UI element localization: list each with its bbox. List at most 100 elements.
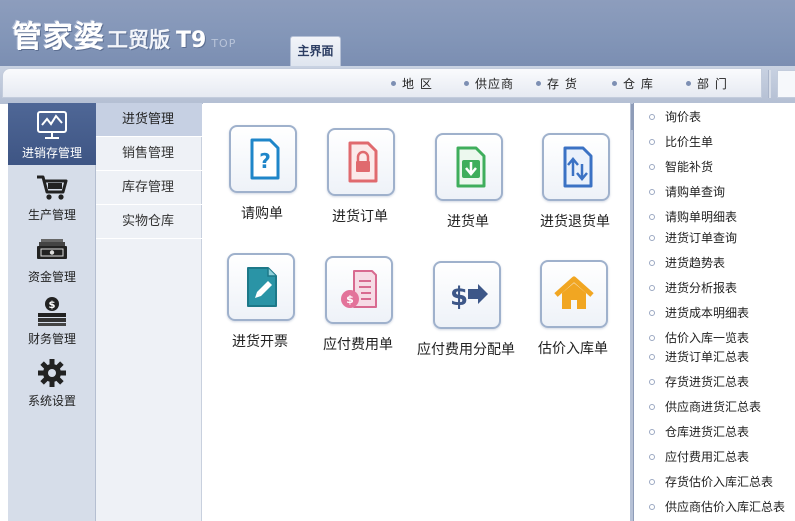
submenu-item-stock[interactable]: 库存管理 (96, 171, 202, 205)
dollar-arrow-icon: $ (450, 282, 488, 312)
report-label: 存货进货汇总表 (665, 375, 750, 389)
tile-icon-box (435, 133, 503, 201)
report-label: 进货分析报表 (665, 281, 738, 295)
report-item-supplier-estimate-summary[interactable]: 供应商估价入库汇总表 (634, 497, 795, 517)
bullet-icon (649, 454, 655, 460)
bullet-icon (649, 235, 655, 241)
pencil-document-icon (247, 267, 277, 307)
cart-icon (37, 175, 68, 200)
module-purchase-sales-inventory[interactable]: 进销存管理 (8, 103, 96, 165)
report-item-inquiry[interactable]: 询价表 (634, 107, 795, 127)
nav-item-region[interactable]: 地 区 (391, 76, 433, 92)
module-sidebar: 进销存管理 生产管理 资金管理 $ 财务管理 系统设置 (8, 103, 96, 521)
nav-item-label: 部 门 (697, 77, 728, 91)
report-label: 仓库进货汇总表 (665, 425, 750, 439)
tile-icon-box: ? (229, 125, 297, 193)
tile-icon-box: $ (325, 256, 393, 324)
tab-main[interactable]: 主界面 (290, 36, 341, 66)
module-funds[interactable]: 资金管理 (8, 227, 96, 289)
submenu-item-sales[interactable]: 销售管理 (96, 137, 202, 171)
report-item-order-summary[interactable]: 进货订单汇总表 (634, 347, 795, 367)
submenu: 进货管理 销售管理 库存管理 实物仓库 (96, 103, 202, 521)
coins-icon: $ (38, 297, 66, 326)
tile-purchase-receipt[interactable]: 进货单 (413, 133, 523, 243)
tile-payable-expense[interactable]: $ 应付费用单 (303, 256, 413, 366)
report-item-purchase-analysis[interactable]: 进货分析报表 (634, 278, 795, 298)
nav-item-warehouse[interactable]: 仓 库 (612, 76, 654, 92)
function-panel: ? 请购单 进货订单 进货单 进货退货单 进货开票 $ 应付费用单 $ 应付费用… (203, 103, 630, 521)
report-item-stock-purchase-summary[interactable]: 存货进货汇总表 (634, 372, 795, 392)
bullet-icon (649, 429, 655, 435)
report-label: 询价表 (665, 110, 702, 124)
tile-purchase-request[interactable]: ? 请购单 (207, 125, 317, 235)
report-item-purchase-trend[interactable]: 进货趋势表 (634, 253, 795, 273)
svg-text:$: $ (450, 282, 468, 312)
report-item-supplier-purchase-summary[interactable]: 供应商进货汇总表 (634, 397, 795, 417)
bullet-icon (649, 404, 655, 410)
report-item-cost-detail[interactable]: 进货成本明细表 (634, 303, 795, 323)
report-label: 进货趋势表 (665, 256, 726, 270)
svg-text:$: $ (346, 293, 354, 306)
brand-version: T9 (176, 28, 207, 53)
report-label: 请购单查询 (665, 185, 726, 199)
bullet-icon (649, 310, 655, 316)
report-label: 供应商进货汇总表 (665, 400, 762, 414)
tile-label: 请购单 (241, 206, 283, 222)
dot-bullet-icon (536, 81, 541, 86)
tile-label: 应付费用分配单 (417, 342, 515, 358)
question-document-icon: ? (250, 138, 280, 180)
app-header: 管家婆工贸版 T9 TOP 主界面 (0, 0, 795, 66)
dot-bullet-icon (612, 81, 617, 86)
download-document-icon (456, 146, 486, 188)
nav-item-supplier[interactable]: 供应商 (464, 76, 514, 92)
nav-item-department[interactable]: 部 门 (686, 76, 728, 92)
tile-purchase-return[interactable]: 进货退货单 (520, 133, 630, 243)
nav-item-inventory[interactable]: 存 货 (536, 76, 578, 92)
tile-icon-box (542, 133, 610, 201)
report-label: 进货成本明细表 (665, 306, 750, 320)
report-item-price-compare[interactable]: 比价生单 (634, 132, 795, 152)
tile-icon-box (227, 253, 295, 321)
basic-info-bar: 地 区 供应商 存 货 仓 库 部 门 (0, 66, 795, 104)
dot-bullet-icon (391, 81, 396, 86)
report-item-estimate-overview[interactable]: 估价入库一览表 (634, 328, 795, 348)
report-item-request-query[interactable]: 请购单查询 (634, 182, 795, 202)
brand-name: 管家婆 (12, 20, 105, 55)
tile-label: 估价入库单 (538, 341, 608, 357)
nav-item-label: 仓 库 (623, 77, 654, 91)
module-label: 系统设置 (27, 394, 76, 408)
module-label: 生产管理 (27, 208, 76, 222)
report-label: 供应商估价入库汇总表 (665, 500, 786, 514)
submenu-item-physical-warehouse[interactable]: 实物仓库 (96, 205, 202, 239)
bullet-icon (649, 504, 655, 510)
tile-purchase-order[interactable]: 进货订单 (305, 128, 415, 238)
module-production[interactable]: 生产管理 (8, 165, 96, 227)
submenu-item-purchase[interactable]: 进货管理 (96, 103, 202, 137)
report-item-request-detail[interactable]: 请购单明细表 (634, 207, 795, 227)
svg-text:$: $ (49, 300, 56, 311)
report-item-smart-replenish[interactable]: 智能补货 (634, 157, 795, 177)
bullet-icon (649, 479, 655, 485)
report-item-warehouse-purchase-summary[interactable]: 仓库进货汇总表 (634, 422, 795, 442)
bullet-icon (649, 379, 655, 385)
report-label: 存货估价入库汇总表 (665, 475, 774, 489)
tile-label: 进货单 (447, 214, 489, 230)
money-icon (37, 239, 67, 259)
report-item-payable-expense-summary[interactable]: 应付费用汇总表 (634, 447, 795, 467)
nav-item-label: 供应商 (475, 77, 515, 91)
module-finance[interactable]: $ 财务管理 (8, 289, 96, 351)
tile-estimated-receipt[interactable]: 估价入库单 (518, 260, 628, 370)
report-label: 智能补货 (665, 160, 714, 174)
bullet-icon (649, 285, 655, 291)
report-item-order-query[interactable]: 进货订单查询 (634, 228, 795, 248)
nav-item-label: 地 区 (402, 77, 433, 91)
tile-payable-expense-allocation[interactable]: $ 应付费用分配单 (411, 261, 521, 371)
monitor-chart-icon (37, 111, 67, 139)
bullet-icon (649, 139, 655, 145)
house-icon (554, 276, 594, 309)
gear-icon (38, 359, 66, 387)
report-item-stock-estimate-summary[interactable]: 存货估价入库汇总表 (634, 472, 795, 492)
module-settings[interactable]: 系统设置 (8, 351, 96, 413)
tile-purchase-invoice[interactable]: 进货开票 (205, 253, 315, 363)
nav-divider (768, 70, 771, 98)
